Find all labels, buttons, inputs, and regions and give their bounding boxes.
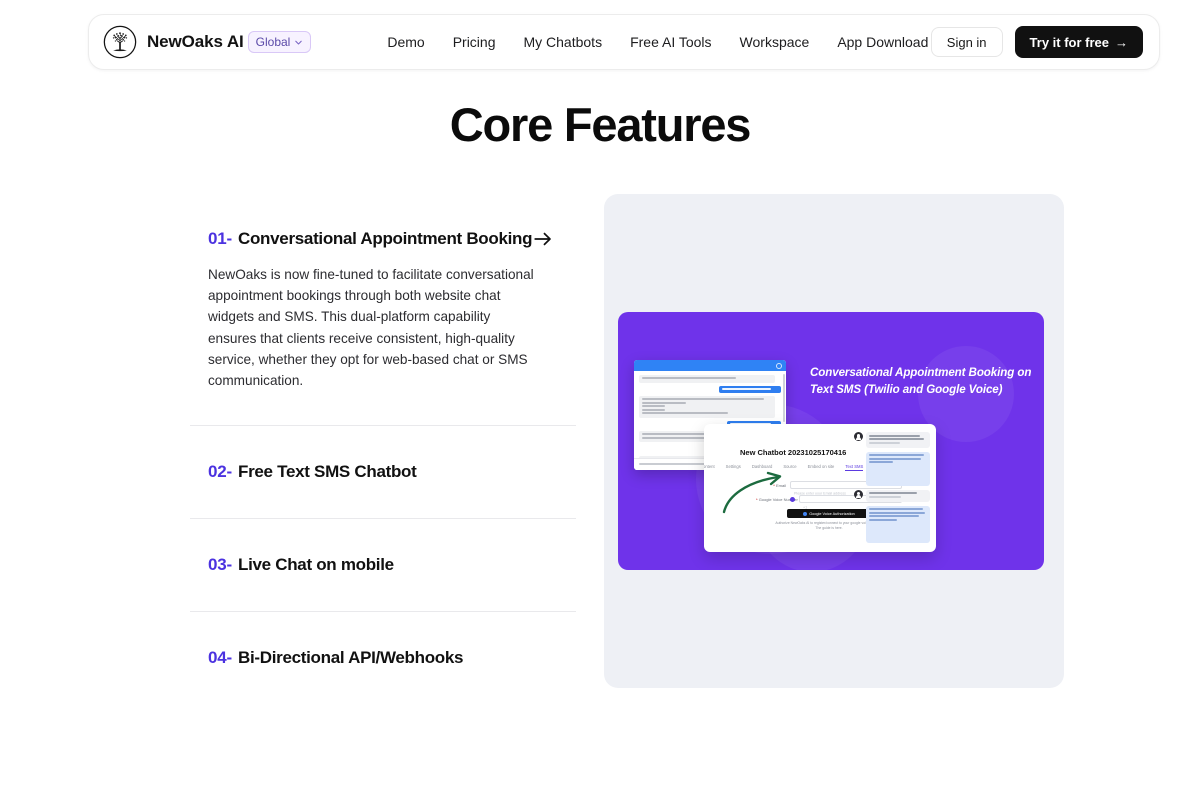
nav-link-demo[interactable]: Demo	[387, 34, 424, 50]
sms-message-user	[854, 432, 930, 448]
feature-title-03: Live Chat on mobile	[237, 555, 394, 575]
google-voice-authorization-label: Google Voice Authorization	[809, 511, 855, 516]
nav-link-pricing[interactable]: Pricing	[453, 34, 496, 50]
curved-arrow-icon	[722, 471, 782, 514]
arrow-right-icon: →	[1115, 34, 1128, 50]
chat-widget-titlebar	[634, 360, 786, 371]
sign-in-button[interactable]: Sign in	[930, 27, 1003, 57]
sms-conversation-thread	[854, 432, 930, 547]
feature-number-03: 03-	[208, 555, 232, 575]
page-title: Core Features	[449, 98, 752, 151]
nav-link-workspace[interactable]: Workspace	[740, 34, 810, 50]
arrow-right-icon[interactable]	[532, 228, 554, 250]
primary-nav-links: Demo Pricing My Chatbots Free AI Tools W…	[387, 34, 928, 50]
feature-item-04[interactable]: 04- Bi-Directional API/Webhooks	[190, 612, 576, 704]
locale-selector[interactable]: Global	[247, 31, 312, 53]
feature-title-02: Free Text SMS Chatbot	[237, 462, 417, 482]
sms-bubble	[866, 505, 930, 544]
close-icon	[776, 362, 782, 369]
chat-scrollbar[interactable]	[782, 374, 785, 422]
oak-tree-circle-logo-icon	[103, 25, 137, 59]
brand-name: NewOaks AI	[147, 32, 244, 51]
feature-item-01[interactable]: 01- Conversational Appointment Booking N…	[190, 194, 576, 427]
brand-logo-group[interactable]: NewOaks AI	[103, 25, 244, 59]
sms-message-user	[854, 489, 930, 502]
feature-title-04: Bi-Directional API/Webhooks	[237, 648, 464, 668]
features-accordion: 01- Conversational Appointment Booking N…	[190, 194, 576, 688]
main-navigation-bar: NewOaks AI Global Demo Pricing My Chatbo…	[88, 14, 1160, 70]
nav-link-app-download[interactable]: App Download	[837, 34, 928, 50]
tab-content[interactable]: Content	[704, 464, 715, 471]
page-root: NewOaks AI Global Demo Pricing My Chatbo…	[0, 0, 1200, 796]
avatar	[854, 432, 863, 441]
feature-item-03[interactable]: 03- Live Chat on mobile	[190, 519, 576, 613]
feature-body-01: NewOaks is now fine-tuned to facilitate …	[208, 267, 534, 389]
country-flag-icon[interactable]	[790, 496, 795, 502]
feature-number-04: 04-	[208, 648, 232, 668]
feature-number-01: 01-	[208, 229, 232, 248]
locale-label: Global	[255, 35, 291, 49]
avatar	[854, 489, 863, 499]
chat-bubble	[639, 396, 776, 418]
nav-link-my-chatbots[interactable]: My Chatbots	[523, 34, 602, 50]
feature-header-02[interactable]: 02- Free Text SMS Chatbot	[190, 426, 576, 518]
feature-header-03[interactable]: 03- Live Chat on mobile	[190, 519, 576, 611]
features-section: 01- Conversational Appointment Booking N…	[190, 194, 1064, 688]
feature-header-04[interactable]: 04- Bi-Directional API/Webhooks	[190, 612, 576, 704]
sms-bubble	[866, 489, 930, 502]
google-voice-placeholder: +1	[803, 506, 808, 510]
sms-timestamp	[869, 475, 870, 479]
feature-item-02[interactable]: 02- Free Text SMS Chatbot	[190, 426, 576, 520]
nav-action-buttons: Sign in Try it for free →	[930, 26, 1143, 58]
sms-bubble	[866, 451, 930, 486]
chat-bubble	[639, 375, 776, 383]
google-icon	[803, 511, 808, 516]
nav-link-free-ai-tools[interactable]: Free AI Tools	[630, 34, 711, 50]
chevron-down-icon	[295, 40, 303, 45]
feature-number-02: 02-	[208, 462, 232, 482]
promo-graphic: Conversational Appointment Booking on Te…	[618, 312, 1044, 570]
sms-message-bot	[854, 505, 930, 544]
try-it-for-free-button[interactable]: Try it for free →	[1014, 26, 1143, 58]
tab-embed-on-site[interactable]: Embed on site	[808, 464, 835, 471]
feature-header-01[interactable]: 01- Conversational Appointment Booking	[190, 194, 576, 250]
promo-heading: Conversational Appointment Booking on Te…	[810, 366, 1032, 396]
try-it-for-free-label: Try it for free	[1029, 34, 1109, 50]
sms-timestamp	[869, 533, 870, 537]
chatbot-name: New Chatbot 20231025170416	[740, 448, 847, 457]
feature-showcase-panel: Conversational Appointment Booking on Te…	[604, 194, 1064, 688]
chat-bubble	[718, 385, 781, 393]
sms-message-bot	[854, 451, 930, 486]
feature-title-01: Conversational Appointment Booking	[237, 229, 533, 248]
sms-bubble	[866, 432, 930, 448]
sms-dashboard-mockup: New Chatbot 20231025170416 Content Setti…	[704, 424, 936, 552]
